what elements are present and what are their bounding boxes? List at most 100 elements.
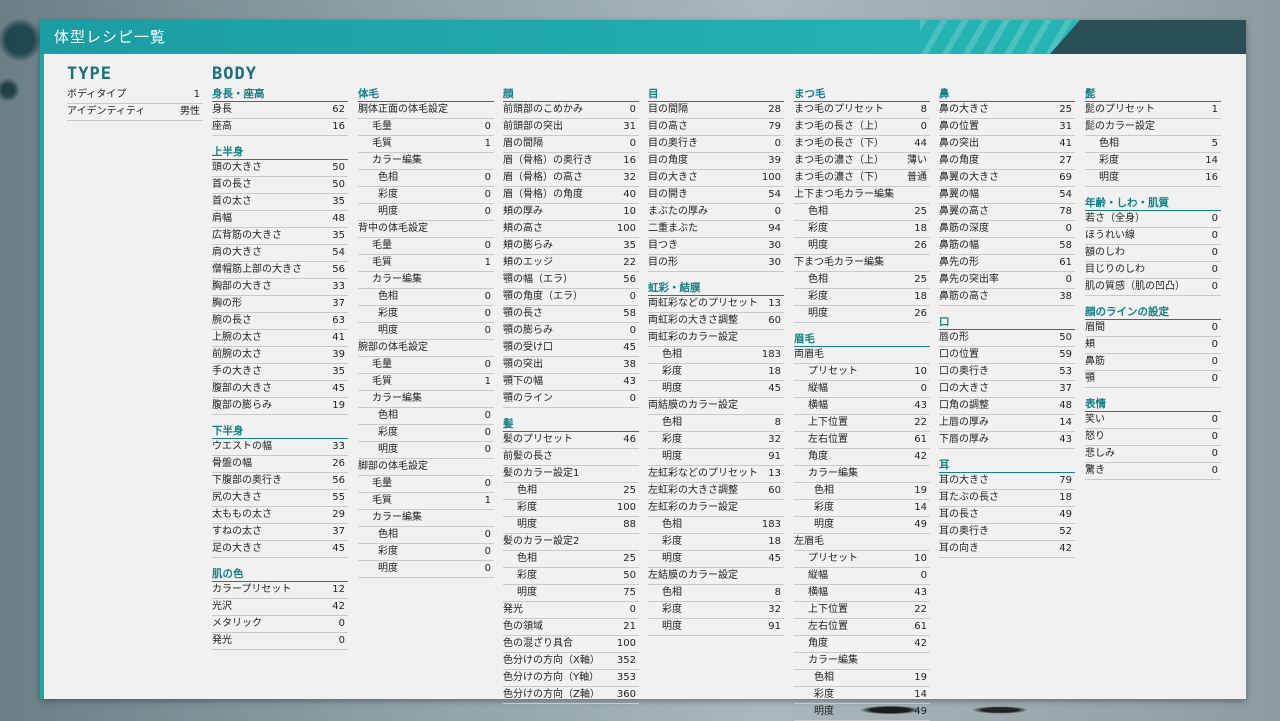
recipe-row: ウエストの幅 33 (212, 439, 348, 456)
panel-left-accent (40, 54, 44, 699)
recipe-row: 鼻翼の幅 54 (939, 187, 1075, 204)
recipe-row: 横幅 43 (794, 398, 930, 415)
recipe-row: 唇の形 50 (939, 330, 1075, 347)
row-value: 0 (1211, 264, 1218, 275)
row-value: 59 (1059, 349, 1072, 360)
recipe-row: ほうれい線 0 (1085, 228, 1221, 245)
section-title: 虹彩・結膜 (648, 281, 784, 296)
row-value: 22 (914, 417, 927, 428)
row-label: 明度 (378, 206, 398, 217)
row-label: 脚部の体毛設定 (358, 461, 428, 472)
recipe-row: カラー編集 (794, 653, 930, 670)
section-title: 口 (939, 315, 1075, 330)
recipe-row: プリセット 10 (794, 364, 930, 381)
recipe-row: 前腕の太さ 39 (212, 347, 348, 364)
recipe-row: 左結膜のカラー設定 (648, 568, 784, 585)
row-value: 35 (332, 196, 345, 207)
row-value: 45 (768, 553, 781, 564)
row-value: 0 (920, 121, 927, 132)
recipe-row: 髪のカラー設定1 (503, 466, 639, 483)
row-value: 52 (1059, 526, 1072, 537)
recipe-row: 腕の長さ 63 (212, 313, 348, 330)
row-label: 若さ（全身） (1085, 213, 1145, 224)
row-value: 41 (332, 332, 345, 343)
row-label: ボディタイプ (67, 89, 127, 100)
row-value: 0 (920, 383, 927, 394)
row-value: 25 (1059, 104, 1072, 115)
row-value: 8 (774, 587, 781, 598)
row-label: カラー編集 (372, 155, 422, 166)
row-label: 色相 (378, 529, 398, 540)
recipe-row: 驚き 0 (1085, 463, 1221, 480)
recipe-column: 目目の間隔 28 目の高さ 79 目の奥行き 0 目の角度 39 目の大きさ 100 目の開き 54 ま… (648, 87, 784, 636)
recipe-row: 色相 25 (794, 272, 930, 289)
title-bar-dark-accent (1050, 20, 1246, 54)
recipe-row: 眉（骨格）の高さ 32 (503, 170, 639, 187)
row-value: 1 (484, 257, 491, 268)
recipe-row: ボディタイプ 1 (67, 87, 203, 104)
row-label: 鼻筋の幅 (939, 240, 979, 251)
row-value (491, 340, 494, 356)
row-label: 彩度 (662, 604, 682, 615)
row-label: 色相 (662, 349, 682, 360)
recipe-row: 明度 0 (358, 561, 494, 578)
row-value (491, 221, 494, 237)
section-title: 年齢・しわ・肌質 (1085, 196, 1221, 211)
row-value: 79 (1059, 475, 1072, 486)
row-label: 彩度 (814, 689, 834, 700)
section-title: 上半身 (212, 145, 348, 160)
row-value: 183 (761, 349, 781, 360)
recipe-row: 彩度 32 (648, 602, 784, 619)
row-value: 0 (484, 563, 491, 574)
row-value: 44 (914, 138, 927, 149)
row-label: まつ毛の長さ（下） (794, 138, 884, 149)
row-label: 眉（骨格）の高さ (503, 172, 583, 183)
section-title: 耳 (939, 458, 1075, 473)
row-label: 口の位置 (939, 349, 979, 360)
row-value: 0 (1211, 356, 1218, 367)
section-title: 顔 (503, 87, 639, 102)
recipe-row: カラー編集 (358, 510, 494, 527)
row-label: 上唇の厚み (939, 417, 989, 428)
row-label: 目の間隔 (648, 104, 688, 115)
row-value: 39 (768, 155, 781, 166)
recipe-row: 目の高さ 79 (648, 119, 784, 136)
recipe-row: 色相 8 (648, 585, 784, 602)
row-value: 35 (332, 366, 345, 377)
row-label: 腹部の大きさ (212, 383, 272, 394)
row-label: 前髪の長さ (503, 451, 553, 462)
recipe-row: 光沢 42 (212, 599, 348, 616)
recipe-row: 顎の膨らみ 0 (503, 323, 639, 340)
row-label: 肩幅 (212, 213, 232, 224)
recipe-row: 両結膜のカラー設定 (648, 398, 784, 415)
recipe-row: すねの太さ 37 (212, 524, 348, 541)
recipe-row: 明度 88 (503, 517, 639, 534)
row-label: 彩度 (1099, 155, 1119, 166)
recipe-row: 髪のカラー設定2 (503, 534, 639, 551)
row-label: 眉の間隔 (503, 138, 543, 149)
row-value: 0 (484, 410, 491, 421)
row-value: 0 (484, 478, 491, 489)
recipe-row: 前頭部のこめかみ 0 (503, 102, 639, 119)
row-value: 26 (332, 458, 345, 469)
title-bar: 体型レシピ一覧 (40, 20, 1246, 54)
recipe-row: 座高 16 (212, 119, 348, 136)
row-label: 悲しみ (1085, 448, 1115, 459)
row-value: 49 (1059, 509, 1072, 520)
row-label: 明度 (378, 563, 398, 574)
row-value: 12 (332, 584, 345, 595)
row-label: 上下まつ毛カラー編集 (794, 189, 894, 200)
row-value: 25 (623, 553, 636, 564)
recipe-row: 口角の調整 48 (939, 398, 1075, 415)
row-value: 183 (761, 519, 781, 530)
recipe-row: 明度 16 (1085, 170, 1221, 187)
row-value (1218, 119, 1221, 135)
recipe-row: 明度 45 (648, 381, 784, 398)
recipe-row: 前頭部の突出 31 (503, 119, 639, 136)
row-value: 54 (768, 189, 781, 200)
recipe-row: 鼻の位置 31 (939, 119, 1075, 136)
row-value: 35 (623, 240, 636, 251)
row-value: 13 (768, 298, 781, 309)
